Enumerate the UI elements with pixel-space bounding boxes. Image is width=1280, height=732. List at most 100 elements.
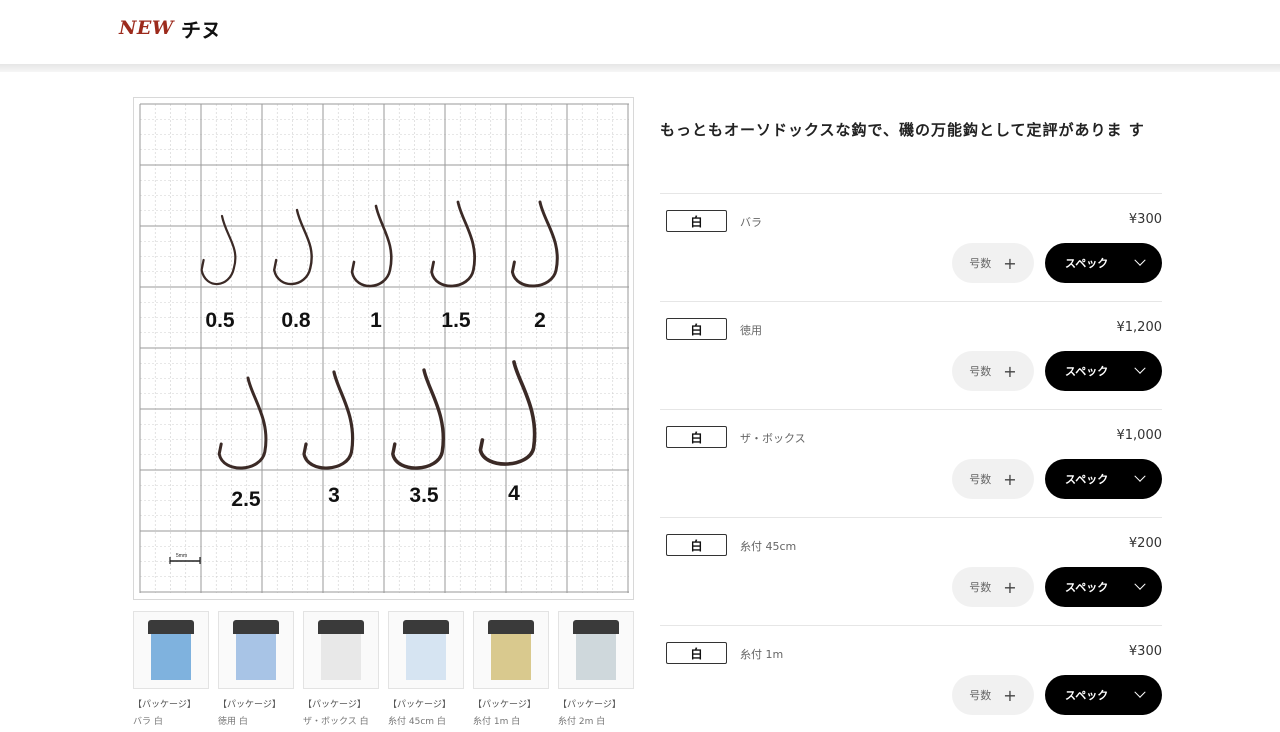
spec-dropdown-button[interactable]: スペック (1045, 351, 1162, 391)
page-header: NEW チヌ (0, 0, 1280, 64)
package-image[interactable] (388, 611, 464, 689)
product-price: ¥1,000 (1116, 428, 1163, 443)
hook-shape (217, 376, 268, 470)
hook-size-label: 2.5 (231, 488, 261, 511)
spec-label: スペック (1065, 257, 1109, 270)
thumbnail-2[interactable]: 【パッケージ】 ザ・ボックス 白 (303, 611, 379, 727)
hook-size-label: 1.5 (441, 309, 471, 332)
hook-size-label: 0.8 (281, 309, 311, 332)
thumbnail-5[interactable]: 【パッケージ】 糸付 2m 白 (558, 611, 634, 727)
product-row: 白 ザ・ボックス ¥1,000 号数 + スペック (660, 409, 1162, 517)
hook-shape (272, 208, 313, 286)
hook-shape (478, 360, 537, 466)
thumbnail-caption: 【パッケージ】 (388, 700, 451, 710)
product-name: 徳用 (740, 324, 762, 337)
product-row: 白 徳用 ¥1,200 号数 + スペック (660, 301, 1162, 409)
spec-label: スペック (1065, 473, 1109, 486)
size-label: 号数 (969, 581, 992, 594)
size-add-button[interactable]: 号数 + (952, 459, 1034, 499)
scale-label: 5mm (176, 553, 187, 559)
plus-icon: + (1003, 253, 1017, 273)
product-price: ¥300 (1128, 644, 1162, 659)
size-label: 号数 (969, 365, 992, 378)
chevron-down-icon (1134, 254, 1146, 266)
color-chip: 白 (666, 318, 727, 340)
package-graphic (233, 620, 279, 680)
spec-dropdown-button[interactable]: スペック (1045, 675, 1162, 715)
thumbnail-caption: 【パッケージ】 (558, 700, 621, 710)
spec-dropdown-button[interactable]: スペック (1045, 243, 1162, 283)
thumbnail-4[interactable]: 【パッケージ】 糸付 1m 白 (473, 611, 549, 727)
thumbnail-name: 糸付 45cm 白 (388, 717, 446, 727)
size-label: 号数 (969, 689, 992, 702)
spec-dropdown-button[interactable]: スペック (1045, 567, 1162, 607)
product-price: ¥300 (1128, 212, 1162, 227)
size-label: 号数 (969, 473, 992, 486)
package-graphic (573, 620, 619, 680)
package-image[interactable] (218, 611, 294, 689)
thumbnail-name: 糸付 2m 白 (558, 717, 606, 727)
hook-size-label: 3 (328, 484, 340, 507)
hook-size-label: 1 (370, 309, 382, 332)
product-row: 白 糸付 1m ¥300 号数 + スペック (660, 625, 1162, 732)
package-image[interactable] (558, 611, 634, 689)
package-graphic (148, 620, 194, 680)
product-row: 白 バラ ¥300 号数 + スペック (660, 193, 1162, 301)
color-chip: 白 (666, 426, 727, 448)
size-add-button[interactable]: 号数 + (952, 567, 1034, 607)
chevron-down-icon (1134, 470, 1146, 482)
spec-label: スペック (1065, 581, 1109, 594)
product-description: もっともオーソドックスな鈎で、磯の万能鈎として定評がありま す (660, 121, 1145, 139)
product-price: ¥200 (1128, 536, 1162, 551)
plus-icon: + (1003, 577, 1017, 597)
scale-bar: 5mm (169, 553, 201, 564)
page-title: チヌ (181, 18, 221, 42)
hook-size-label: 0.5 (205, 309, 235, 332)
thumbnail-0[interactable]: 【パッケージ】 バラ 白 (133, 611, 209, 727)
product-name: 糸付 1m (740, 648, 784, 661)
hook-shape (302, 370, 355, 470)
spec-label: スペック (1065, 365, 1109, 378)
plus-icon: + (1003, 685, 1017, 705)
thumbnail-caption: 【パッケージ】 (303, 700, 366, 710)
thumbnail-name: バラ 白 (133, 717, 163, 727)
product-name: 糸付 45cm (740, 540, 797, 553)
plus-icon: + (1003, 469, 1017, 489)
product-name: ザ・ボックス (740, 432, 806, 445)
thumbnail-name: ザ・ボックス 白 (303, 717, 369, 727)
chevron-down-icon (1134, 362, 1146, 374)
color-chip: 白 (666, 642, 727, 664)
thumbnail-caption: 【パッケージ】 (473, 700, 536, 710)
size-add-button[interactable]: 号数 + (952, 351, 1034, 391)
hook-shape (391, 368, 445, 470)
thumbnail-caption: 【パッケージ】 (218, 700, 281, 710)
hook-size-label: 2 (534, 309, 546, 332)
product-price: ¥1,200 (1116, 320, 1163, 335)
package-image[interactable] (303, 611, 379, 689)
package-thumbnails: 【パッケージ】 バラ 白 【パッケージ】 徳用 白 【パッケージ】 ザ・ボックス… (133, 611, 634, 732)
hook-size-label: 3.5 (409, 484, 439, 507)
new-badge: NEW (119, 17, 174, 39)
thumbnail-3[interactable]: 【パッケージ】 糸付 45cm 白 (388, 611, 464, 727)
color-chip: 白 (666, 210, 727, 232)
hook-size-label: 4 (508, 482, 520, 505)
package-graphic (403, 620, 449, 680)
size-add-button[interactable]: 号数 + (952, 243, 1034, 283)
package-image[interactable] (133, 611, 209, 689)
spec-label: スペック (1065, 689, 1109, 702)
hook-shape (430, 200, 476, 288)
package-image[interactable] (473, 611, 549, 689)
chevron-down-icon (1134, 578, 1146, 590)
size-label: 号数 (969, 257, 992, 270)
plus-icon: + (1003, 361, 1017, 381)
spec-dropdown-button[interactable]: スペック (1045, 459, 1162, 499)
hook-shape (350, 204, 393, 288)
color-chip: 白 (666, 534, 727, 556)
hook-size-chart-image: 0.5 0.8 1 1.5 2 2.5 3 3.5 4 5mm (139, 103, 629, 593)
size-add-button[interactable]: 号数 + (952, 675, 1034, 715)
thumbnail-1[interactable]: 【パッケージ】 徳用 白 (218, 611, 294, 727)
thumbnail-name: 徳用 白 (218, 717, 248, 727)
package-graphic (488, 620, 534, 680)
hook-size-chart: 0.5 0.8 1 1.5 2 2.5 3 3.5 4 5mm (133, 97, 634, 600)
package-graphic (318, 620, 364, 680)
